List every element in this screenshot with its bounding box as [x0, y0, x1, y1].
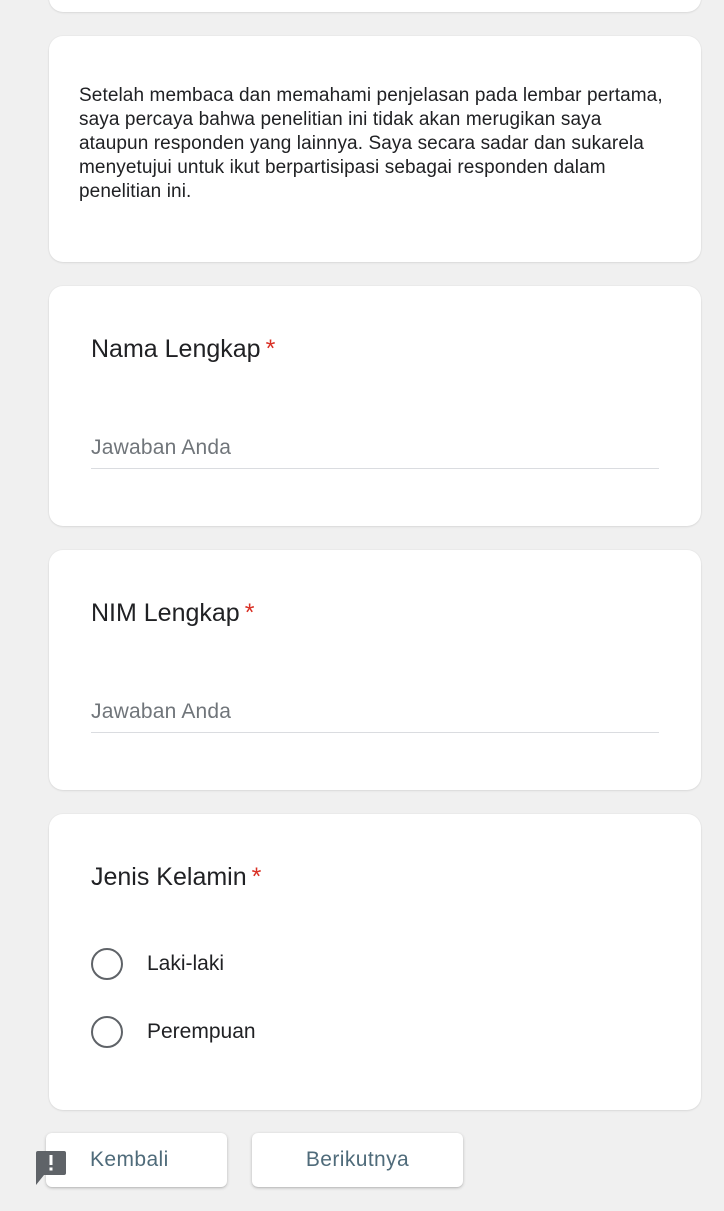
- back-button[interactable]: Kembali: [46, 1133, 227, 1187]
- question-card-nama-lengkap: Nama Lengkap *: [49, 286, 701, 526]
- next-button[interactable]: Berikutnya: [252, 1133, 463, 1187]
- question-card-nim-lengkap: NIM Lengkap *: [49, 550, 701, 790]
- question-label: Jenis Kelamin: [91, 863, 247, 891]
- previous-card-fragment: [49, 0, 701, 12]
- radio-unchecked-icon[interactable]: [91, 1016, 123, 1048]
- radio-option-label: Laki-laki: [147, 952, 225, 975]
- question-card-jenis-kelamin: Jenis Kelamin * Laki-laki Perempuan: [49, 814, 701, 1110]
- radio-option-perempuan[interactable]: Perempuan: [91, 1012, 256, 1052]
- question-title-nim-lengkap: NIM Lengkap *: [91, 598, 254, 628]
- radio-unchecked-icon[interactable]: [91, 948, 123, 980]
- required-asterisk: *: [251, 863, 262, 891]
- feedback-icon[interactable]: [36, 1151, 66, 1185]
- form-page: Setelah membaca dan memahami penjelasan …: [0, 0, 724, 1211]
- radio-option-laki-laki[interactable]: Laki-laki: [91, 944, 224, 984]
- required-asterisk: *: [265, 335, 276, 363]
- question-label: Nama Lengkap: [91, 335, 261, 363]
- question-title-jenis-kelamin: Jenis Kelamin *: [91, 862, 261, 892]
- nim-lengkap-input[interactable]: [91, 692, 659, 733]
- consent-description-card: Setelah membaca dan memahami penjelasan …: [49, 36, 701, 262]
- question-label: NIM Lengkap: [91, 599, 240, 627]
- consent-description-text: Setelah membaca dan memahami penjelasan …: [79, 85, 663, 202]
- question-title-nama-lengkap: Nama Lengkap *: [91, 334, 275, 364]
- required-asterisk: *: [244, 599, 255, 627]
- radio-option-label: Perempuan: [147, 1020, 256, 1043]
- nama-lengkap-input[interactable]: [91, 428, 659, 469]
